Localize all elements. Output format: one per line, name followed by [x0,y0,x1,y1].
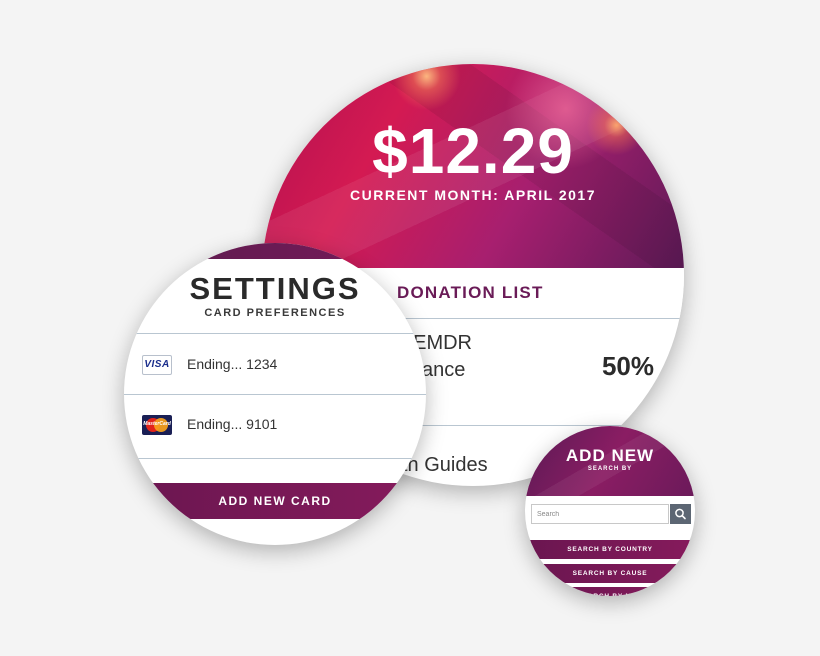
settings-title: SETTINGS [189,271,361,306]
divider [124,333,426,334]
divider [124,458,426,459]
search-panel: ADD NEW SEARCH BY SEARCH BY COUNTRY SEAR… [525,426,695,596]
donation-hero: $12.29 CURRENT MONTH: APRIL 2017 [262,64,684,268]
add-new-card-button[interactable]: ADD NEW CARD [124,483,426,519]
search-icon [675,508,686,520]
mastercard-logo-text: MasterCard [143,421,171,427]
divider [124,394,426,395]
settings-header-band [124,243,426,259]
card-row-mastercard[interactable]: MasterCard Ending... 9101 [124,396,426,454]
search-by-cause-button[interactable]: SEARCH BY CAUSE [525,564,695,583]
card-preferences-subtitle: CARD PREFERENCES [204,307,346,319]
search-by-nonprofit-button[interactable]: SEARCH BY NON [525,587,695,596]
add-new-title: ADD NEW [565,446,655,465]
mastercard-icon: MasterCard [142,415,172,435]
donation-row-percent: 50% [601,351,654,381]
search-hero: ADD NEW SEARCH BY [525,426,695,496]
search-input[interactable] [531,504,669,524]
settings-panel: SETTINGS CARD PREFERENCES VISA Ending...… [124,243,426,545]
current-month-label: CURRENT MONTH: APRIL 2017 [350,187,596,203]
card-label: Ending... 1234 [187,356,278,372]
visa-logo-text: VISA [144,359,170,370]
search-button[interactable] [670,504,691,524]
search-by-subtitle: SEARCH BY [587,466,633,472]
card-row-visa[interactable]: VISA Ending... 1234 [124,336,426,394]
card-label: Ending... 9101 [187,416,278,432]
visa-card-icon: VISA [142,355,172,375]
search-by-country-button[interactable]: SEARCH BY COUNTRY [525,540,695,559]
donation-amount: $12.29 [372,115,574,187]
